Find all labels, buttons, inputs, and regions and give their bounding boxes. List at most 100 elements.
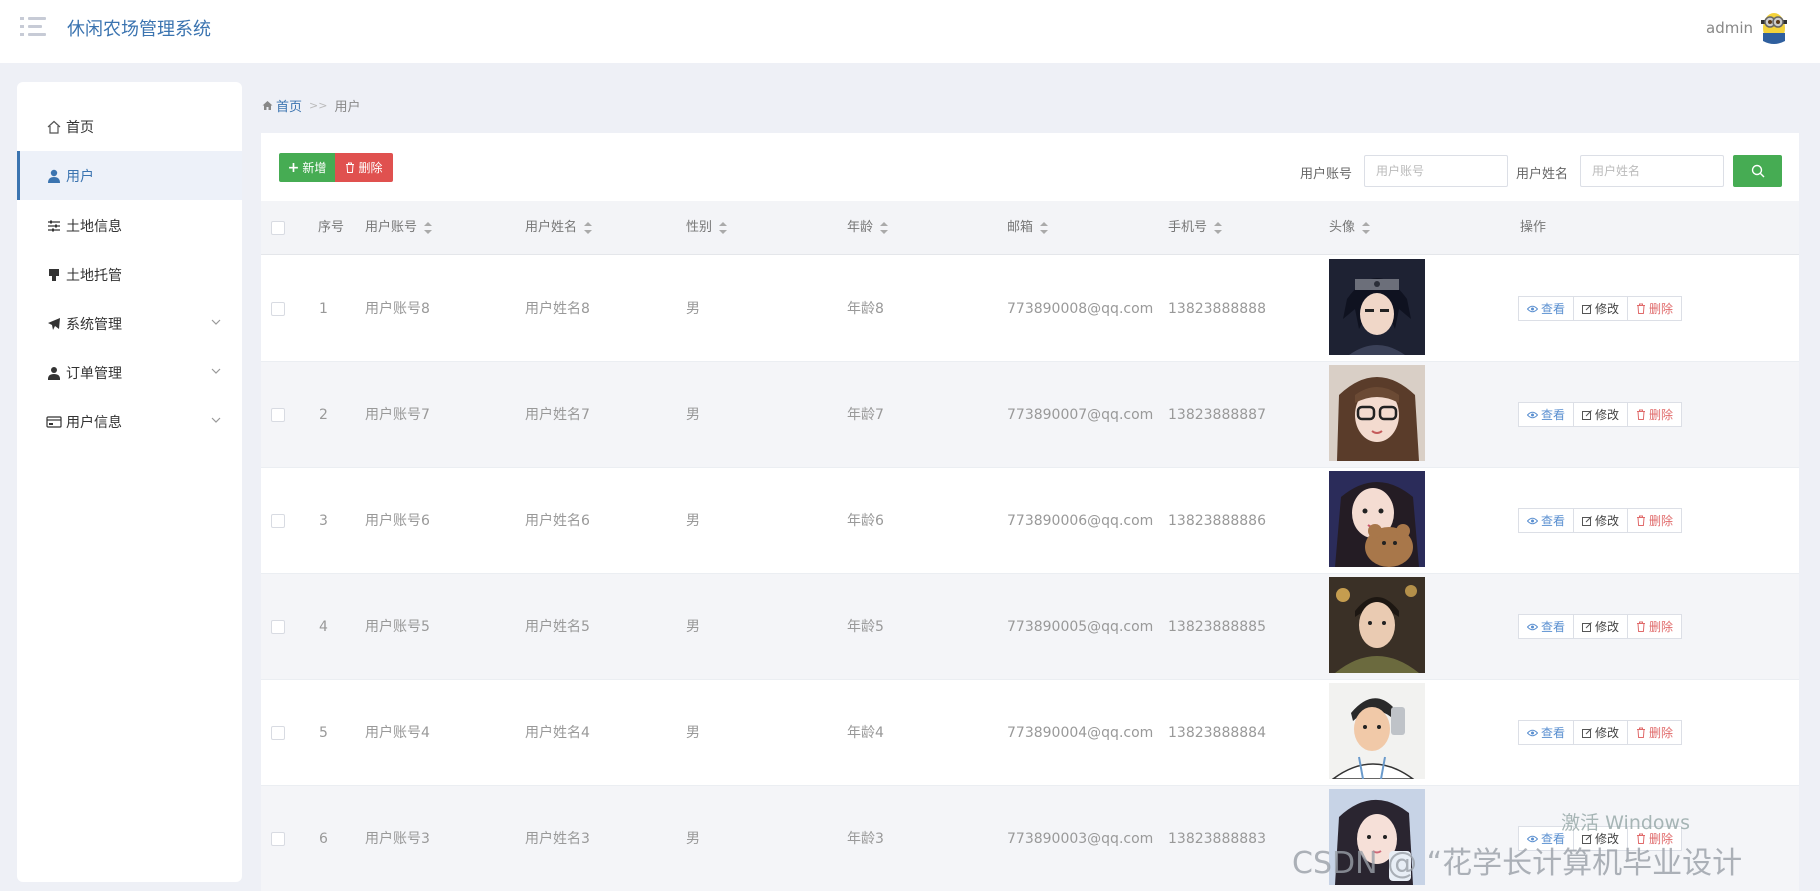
sort-icon[interactable] <box>719 221 728 234</box>
view-label: 查看 <box>1541 620 1566 634</box>
cell-phone: 13823888886 <box>1168 513 1266 529</box>
cell-phone: 13823888887 <box>1168 407 1266 423</box>
sort-icon[interactable] <box>424 221 433 234</box>
eye-icon <box>1527 729 1538 736</box>
sidebar-item-user[interactable]: 用户 <box>17 151 242 200</box>
home-icon <box>262 101 273 110</box>
sidebar-item-system-mgmt[interactable]: 系统管理 <box>17 299 242 348</box>
delete-button[interactable]: 删除 <box>1627 296 1683 321</box>
delete-button[interactable]: 删除 <box>1627 720 1683 745</box>
cell-index: 3 <box>319 513 328 529</box>
sidebar-item-home[interactable]: 首页 <box>17 102 242 151</box>
view-button[interactable]: 查看 <box>1518 614 1575 639</box>
cell-index: 5 <box>319 725 328 741</box>
cell-age: 年龄6 <box>847 513 884 529</box>
column-email[interactable]: 邮箱 <box>1007 201 1049 255</box>
column-age[interactable]: 年龄 <box>847 201 889 255</box>
user-photo[interactable] <box>1329 683 1425 779</box>
edit-button[interactable]: 修改 <box>1573 296 1629 321</box>
delete-button[interactable]: 删除 <box>1627 508 1683 533</box>
edit-button[interactable]: 修改 <box>1573 614 1629 639</box>
user-avatar[interactable] <box>1758 11 1790 45</box>
cell-gender: 男 <box>686 725 700 741</box>
column-label: 性别 <box>686 220 713 235</box>
cell-phone: 13823888883 <box>1168 831 1266 847</box>
csdn-credit-watermark: CSDN @ “花学长计算机毕业设计 <box>1292 846 1743 881</box>
sidebar-item-label: 系统管理 <box>66 316 122 333</box>
row-checkbox[interactable] <box>271 726 285 740</box>
add-button[interactable]: + 新增 <box>279 153 335 182</box>
view-button[interactable]: 查看 <box>1518 720 1575 745</box>
view-button[interactable]: 查看 <box>1518 508 1575 533</box>
paper-plane-icon <box>46 316 62 332</box>
cell-index: 4 <box>319 619 328 635</box>
add-button-label: 新增 <box>302 161 327 175</box>
row-actions: 查看 修改 删除 <box>1518 720 1683 745</box>
cell-gender: 男 <box>686 407 700 423</box>
breadcrumb-separator: >> <box>309 99 328 112</box>
row-checkbox[interactable] <box>271 408 285 422</box>
user-icon <box>46 168 62 184</box>
cell-account: 用户账号8 <box>365 301 430 317</box>
column-phone[interactable]: 手机号 <box>1168 201 1223 255</box>
cell-account: 用户账号3 <box>365 831 430 847</box>
column-account[interactable]: 用户账号 <box>365 201 433 255</box>
column-index: 序号 <box>318 220 345 235</box>
name-search-input[interactable] <box>1580 155 1724 187</box>
delete-button[interactable]: 删除 <box>1627 402 1683 427</box>
row-checkbox[interactable] <box>271 514 285 528</box>
edit-button[interactable]: 修改 <box>1573 508 1629 533</box>
column-avatar[interactable]: 头像 <box>1329 201 1371 255</box>
cell-phone: 13823888885 <box>1168 619 1266 635</box>
sort-icon[interactable] <box>584 221 593 234</box>
bulk-delete-button[interactable]: 删除 <box>335 153 393 182</box>
menu-toggle-icon[interactable] <box>20 16 46 38</box>
sort-icon[interactable] <box>1214 221 1223 234</box>
cell-account: 用户账号4 <box>365 725 430 741</box>
user-photo[interactable] <box>1329 471 1425 567</box>
cell-account: 用户账号5 <box>365 619 430 635</box>
sidebar-item-land-trust[interactable]: 土地托管 <box>17 250 242 299</box>
search-button[interactable] <box>1733 155 1782 187</box>
cell-name: 用户姓名3 <box>525 831 590 847</box>
account-search-input[interactable] <box>1364 155 1508 187</box>
username[interactable]: admin <box>1706 19 1753 37</box>
user-photo[interactable] <box>1329 365 1425 461</box>
delete-button-label: 删除 <box>358 161 383 175</box>
table-row: 3 用户账号6 用户姓名6 男 年龄6 773890006@qq.com 138… <box>261 468 1799 574</box>
sidebar-item-order-mgmt[interactable]: 订单管理 <box>17 348 242 397</box>
sort-icon[interactable] <box>880 221 889 234</box>
sidebar-item-label: 订单管理 <box>66 365 122 382</box>
sort-icon[interactable] <box>1040 221 1049 234</box>
user-photo[interactable] <box>1329 259 1425 355</box>
select-all-checkbox[interactable] <box>271 221 285 235</box>
view-button[interactable]: 查看 <box>1518 296 1575 321</box>
row-checkbox[interactable] <box>271 620 285 634</box>
eye-icon <box>1527 411 1538 418</box>
chevron-down-icon <box>211 368 221 374</box>
sidebar-item-user-info[interactable]: 用户信息 <box>17 397 242 446</box>
edit-icon <box>1582 727 1592 738</box>
table-row: 4 用户账号5 用户姓名5 男 年龄5 773890005@qq.com 138… <box>261 574 1799 680</box>
row-checkbox[interactable] <box>271 302 285 316</box>
trash-icon <box>1637 303 1646 314</box>
breadcrumb-home[interactable]: 首页 <box>262 96 302 115</box>
sort-icon[interactable] <box>1362 221 1371 234</box>
breadcrumb-current: 用户 <box>334 100 361 115</box>
edit-button[interactable]: 修改 <box>1573 720 1629 745</box>
account-filter-label: 用户账号 <box>1300 167 1353 182</box>
view-button[interactable]: 查看 <box>1518 402 1575 427</box>
trash-icon <box>1637 727 1646 738</box>
cell-email: 773890006@qq.com <box>1007 513 1154 529</box>
cell-gender: 男 <box>686 513 700 529</box>
view-label: 查看 <box>1541 726 1566 740</box>
delete-button[interactable]: 删除 <box>1627 614 1683 639</box>
row-checkbox[interactable] <box>271 832 285 846</box>
edit-button[interactable]: 修改 <box>1573 402 1629 427</box>
user-silhouette-icon <box>46 365 62 381</box>
sidebar-item-label: 首页 <box>66 119 94 136</box>
user-photo[interactable] <box>1329 577 1425 673</box>
sidebar-item-land-info[interactable]: 土地信息 <box>17 201 242 250</box>
column-gender[interactable]: 性别 <box>686 201 728 255</box>
column-name[interactable]: 用户姓名 <box>525 201 593 255</box>
